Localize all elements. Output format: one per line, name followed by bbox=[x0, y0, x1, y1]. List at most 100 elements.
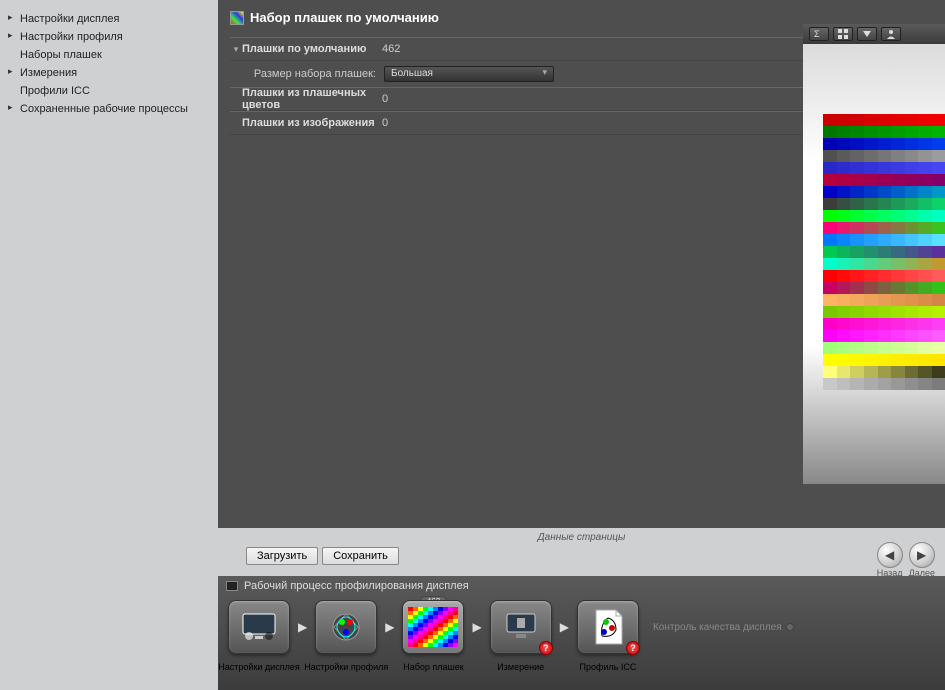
color-patch bbox=[850, 366, 864, 378]
color-patch bbox=[905, 210, 919, 222]
step-display[interactable]: Настройки дисплея bbox=[226, 600, 292, 654]
color-patch bbox=[891, 342, 905, 354]
sidebar-item-saved[interactable]: Сохраненные рабочие процессы bbox=[6, 100, 212, 118]
color-patch bbox=[932, 258, 945, 270]
color-patch bbox=[823, 198, 837, 210]
sigma-icon[interactable]: Σ bbox=[809, 27, 829, 41]
quality-control[interactable]: Контроль качества дисплея bbox=[653, 622, 794, 633]
color-patch bbox=[891, 210, 905, 222]
size-dropdown[interactable]: Большая bbox=[384, 66, 554, 82]
color-patch bbox=[905, 270, 919, 282]
color-patch bbox=[850, 270, 864, 282]
chevron-right-icon: ▶ bbox=[560, 620, 569, 634]
controls-band: Данные страницы Загрузить Сохранить ◀ На… bbox=[218, 528, 945, 576]
color-patch bbox=[932, 342, 945, 354]
color-patch bbox=[850, 186, 864, 198]
sidebar-item-patchsets[interactable]: Наборы плашек bbox=[6, 46, 212, 64]
color-patch bbox=[878, 318, 892, 330]
color-patch bbox=[837, 150, 851, 162]
color-patch bbox=[918, 114, 932, 126]
color-patch bbox=[932, 222, 945, 234]
color-patch bbox=[918, 282, 932, 294]
color-patch bbox=[864, 186, 878, 198]
color-patch bbox=[932, 114, 945, 126]
step-label: Настройки дисплея bbox=[218, 662, 299, 672]
color-patch bbox=[864, 126, 878, 138]
person-icon[interactable] bbox=[881, 27, 901, 41]
color-patch bbox=[918, 210, 932, 222]
next-button[interactable]: ▶ bbox=[909, 542, 935, 568]
color-patch bbox=[864, 282, 878, 294]
color-patch bbox=[850, 282, 864, 294]
color-patch bbox=[918, 354, 932, 366]
color-patch bbox=[878, 162, 892, 174]
color-patch bbox=[905, 198, 919, 210]
section-label: Данные страницы bbox=[218, 528, 945, 543]
sidebar: Настройки дисплея Настройки профиля Набо… bbox=[0, 0, 218, 575]
color-patch bbox=[864, 246, 878, 258]
color-patch bbox=[891, 318, 905, 330]
step-icc[interactable]: ? Профиль ICC bbox=[575, 600, 641, 654]
sidebar-item-measurements[interactable]: Измерения bbox=[6, 64, 212, 82]
color-patch bbox=[891, 126, 905, 138]
workflow-title: Рабочий процесс профилирования дисплея bbox=[244, 580, 469, 592]
color-patch bbox=[932, 138, 945, 150]
color-patch bbox=[918, 246, 932, 258]
color-patch bbox=[932, 150, 945, 162]
color-patch bbox=[837, 258, 851, 270]
svg-text:Σ: Σ bbox=[814, 29, 820, 39]
color-patch bbox=[891, 282, 905, 294]
color-patch bbox=[891, 378, 905, 390]
color-patch bbox=[864, 210, 878, 222]
color-patch bbox=[823, 222, 837, 234]
step-patchset[interactable]: 462 Набор плашек bbox=[400, 600, 466, 654]
color-patch bbox=[878, 258, 892, 270]
color-patch bbox=[918, 186, 932, 198]
color-patch bbox=[864, 150, 878, 162]
row-value: 462 bbox=[382, 43, 400, 55]
color-patch bbox=[918, 366, 932, 378]
color-patch bbox=[932, 318, 945, 330]
down-icon[interactable] bbox=[857, 27, 877, 41]
color-patch bbox=[864, 138, 878, 150]
color-patch bbox=[878, 210, 892, 222]
color-patch bbox=[837, 354, 851, 366]
color-patch bbox=[823, 366, 837, 378]
color-patch bbox=[864, 330, 878, 342]
color-patch bbox=[850, 342, 864, 354]
color-patch bbox=[850, 234, 864, 246]
step-measure[interactable]: ? Измерение bbox=[488, 600, 554, 654]
color-patch bbox=[905, 378, 919, 390]
color-patch bbox=[823, 162, 837, 174]
color-patch bbox=[823, 306, 837, 318]
color-patch bbox=[905, 354, 919, 366]
color-patch bbox=[932, 198, 945, 210]
color-patch bbox=[837, 246, 851, 258]
monitor-icon bbox=[226, 581, 238, 591]
color-patch bbox=[864, 270, 878, 282]
color-patch bbox=[918, 318, 932, 330]
color-patch bbox=[891, 114, 905, 126]
save-button[interactable]: Сохранить bbox=[322, 547, 399, 565]
row-label: Плашки из изображения bbox=[242, 117, 382, 129]
color-patch bbox=[850, 330, 864, 342]
color-patch bbox=[878, 234, 892, 246]
color-patch bbox=[918, 270, 932, 282]
load-button[interactable]: Загрузить bbox=[246, 547, 318, 565]
color-patch bbox=[837, 330, 851, 342]
step-label: Настройки профиля bbox=[304, 662, 388, 672]
sidebar-item-profile[interactable]: Настройки профиля bbox=[6, 28, 212, 46]
color-patch bbox=[864, 342, 878, 354]
color-patch bbox=[823, 270, 837, 282]
color-patch bbox=[850, 222, 864, 234]
back-button[interactable]: ◀ bbox=[877, 542, 903, 568]
sidebar-item-icc[interactable]: Профили ICC bbox=[6, 82, 212, 100]
color-patch bbox=[837, 306, 851, 318]
sidebar-item-display[interactable]: Настройки дисплея bbox=[6, 10, 212, 28]
color-patch bbox=[823, 342, 837, 354]
step-profile[interactable]: Настройки профиля bbox=[313, 600, 379, 654]
color-patch bbox=[891, 306, 905, 318]
grid-icon[interactable] bbox=[833, 27, 853, 41]
color-patch bbox=[891, 174, 905, 186]
color-patch bbox=[891, 246, 905, 258]
